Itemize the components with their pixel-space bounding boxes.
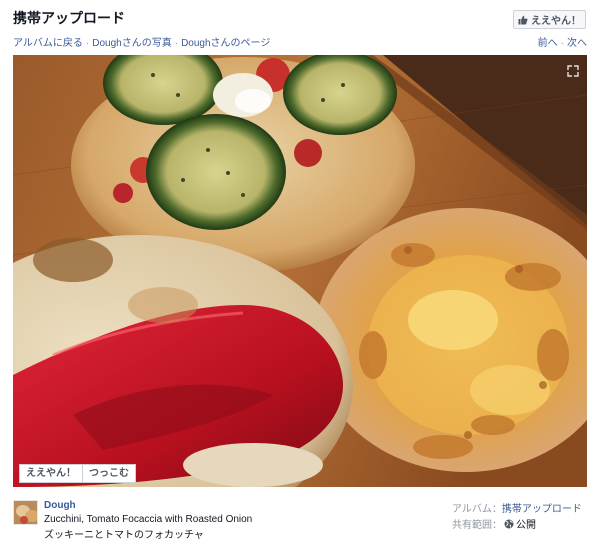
- photo-pager: 前へ · 次へ: [538, 34, 587, 49]
- owner-name-link[interactable]: Dough: [44, 500, 76, 511]
- owner-photos-link[interactable]: Doughさんの写真: [92, 38, 171, 49]
- like-page-label: ええやん！: [531, 16, 581, 27]
- breadcrumb-separator: ·: [85, 38, 90, 49]
- breadcrumb: アルバムに戻る · Doughさんの写真 · Doughさんのページ: [13, 34, 270, 49]
- avatar-image: [14, 501, 37, 524]
- next-photo-link[interactable]: 次へ: [567, 38, 587, 49]
- pager-separator: ·: [560, 38, 564, 49]
- photo-like-button[interactable]: ええやん！: [19, 464, 83, 483]
- photo-actions: ええやん！ つっこむ: [19, 464, 136, 483]
- expand-icon[interactable]: [567, 65, 579, 77]
- privacy-meta: 共有範囲： 公開: [452, 516, 536, 531]
- album-name-link[interactable]: 携帯アップロード: [502, 504, 582, 515]
- privacy-value[interactable]: 公開: [516, 516, 536, 531]
- album-title: 携帯アップロード: [13, 10, 125, 26]
- photo-caption-english: Zucchini, Tomato Focaccia with Roasted O…: [44, 514, 253, 525]
- breadcrumb-separator: ·: [174, 38, 179, 49]
- album-label: アルバム：: [452, 504, 502, 515]
- album-meta: アルバム：携帯アップロード: [452, 500, 582, 515]
- thumbs-up-icon: [518, 15, 528, 24]
- photo-comment-button[interactable]: つっこむ: [83, 464, 136, 483]
- privacy-label: 共有範囲：: [452, 520, 502, 531]
- focaccia-photo: [13, 55, 587, 487]
- photo-caption-japanese: ズッキーニとトマトのフォカッチャ: [44, 530, 204, 541]
- like-page-button[interactable]: ええやん！: [513, 10, 586, 29]
- globe-icon: [504, 519, 514, 528]
- back-to-album-link[interactable]: アルバムに戻る: [13, 38, 83, 49]
- photo-viewer[interactable]: ええやん！ つっこむ: [13, 55, 587, 487]
- owner-page-link[interactable]: Doughさんのページ: [181, 38, 270, 49]
- avatar[interactable]: [13, 500, 38, 525]
- prev-photo-link[interactable]: 前へ: [538, 38, 558, 49]
